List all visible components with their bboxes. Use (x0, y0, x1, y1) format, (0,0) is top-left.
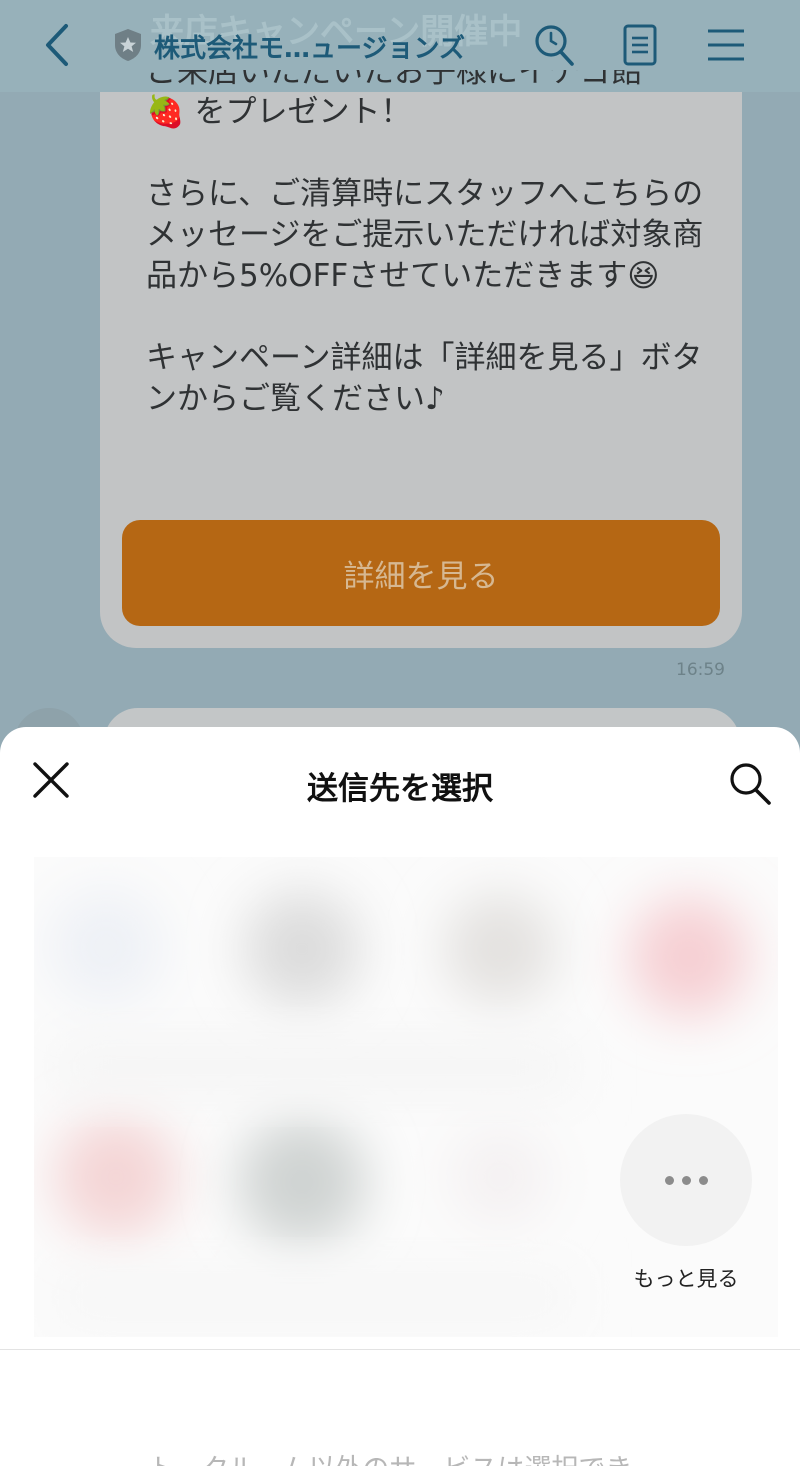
message-text: 🍓 をプレゼント！ さらに、ご清算時にスタッフへこちらのメッセージをご提示いただ… (146, 94, 704, 417)
search-icon (730, 763, 771, 805)
message-bubble: ご来店いただいたお子様にイチゴ飴 🍓 をプレゼント！ さらに、ご清算時にスタッフ… (100, 70, 742, 648)
sheet-title: 送信先を選択 (307, 771, 493, 807)
message-cut-line: ご来店いただいたお子様にイチゴ飴 (146, 70, 642, 90)
divider (0, 1349, 800, 1350)
recipient-avatar (629, 897, 749, 1017)
sheet-search-button[interactable] (726, 759, 774, 807)
more-dots-icon (664, 1175, 708, 1185)
account-name[interactable]: 株式会社モ…ュージョンズ (154, 28, 465, 65)
more-button[interactable] (620, 1114, 752, 1246)
recipient-avatar (244, 891, 360, 1007)
share-target-sheet: 送信先を選択 もっと見る トークルーム以外のサービスは選択でき (0, 727, 800, 1466)
chat-search-button[interactable] (532, 22, 576, 68)
recipient-avatar (238, 1118, 366, 1246)
menu-button[interactable] (704, 22, 748, 68)
back-button[interactable] (38, 22, 78, 68)
recipient-avatar (444, 893, 556, 1005)
shield-star-icon (112, 27, 144, 63)
search-icon (535, 25, 574, 66)
note-button[interactable] (618, 22, 662, 68)
recipient-avatar (48, 889, 164, 1005)
more-label: もっと見る (633, 1267, 739, 1291)
footer-note: トークルーム以外のサービスは選択でき (148, 1447, 632, 1466)
message-time: 16:59 (676, 660, 725, 680)
back-icon (46, 24, 68, 66)
note-icon (623, 24, 657, 66)
view-details-button[interactable]: 詳細を見る (122, 520, 720, 626)
menu-icon (708, 29, 744, 61)
recipient-avatar (450, 1127, 550, 1227)
recipient-avatar (54, 1115, 178, 1239)
